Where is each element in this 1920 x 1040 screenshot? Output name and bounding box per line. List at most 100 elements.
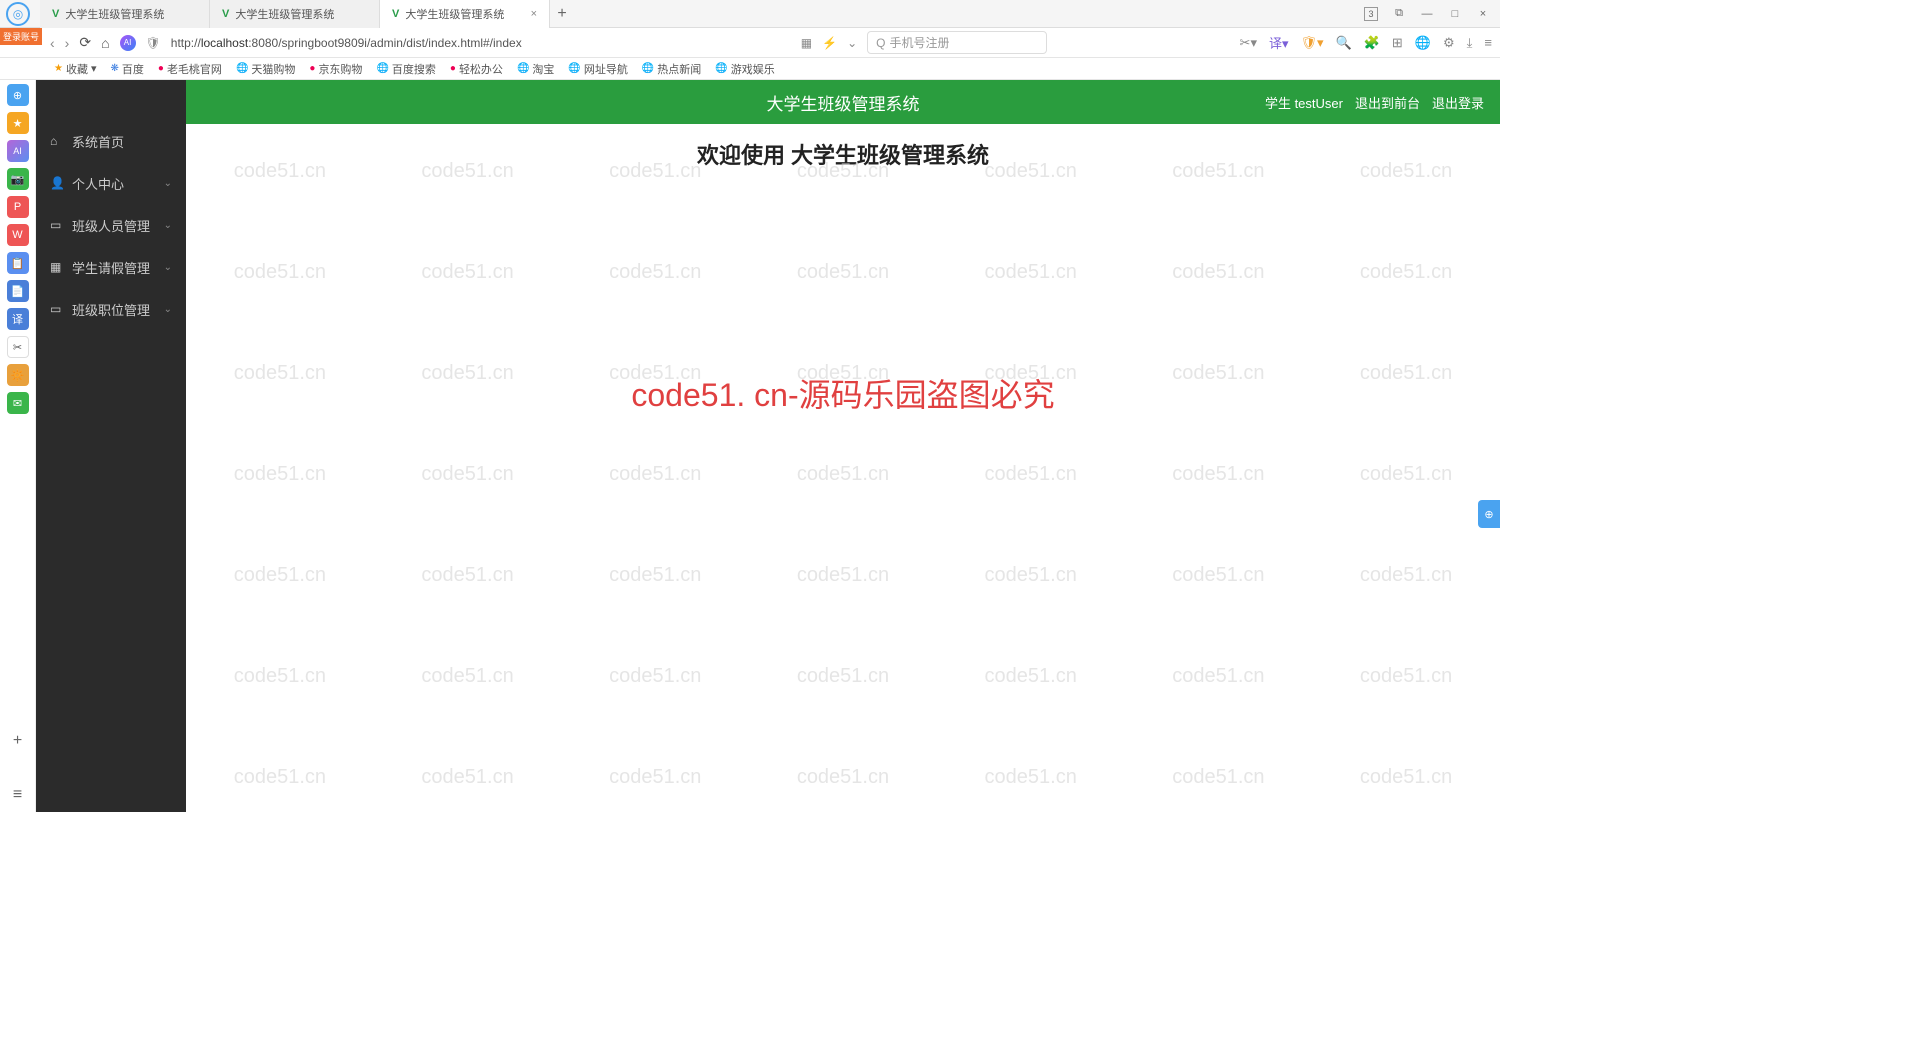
app-title: 大学生班级管理系统 xyxy=(767,90,920,115)
watermark-text: code51.cn xyxy=(797,665,889,688)
sidebar-item-home[interactable]: ⌂ 系统首页 xyxy=(36,120,186,162)
sidebar-item-class-members[interactable]: ▭ 班级人员管理 ⌄ xyxy=(36,204,186,246)
watermark-text: code51.cn xyxy=(797,564,889,587)
site-icon: ● xyxy=(158,63,164,74)
zoom-icon[interactable]: 🔍 xyxy=(1336,35,1352,51)
globe-icon: 🌐 xyxy=(568,63,580,74)
star-icon: ★ xyxy=(54,63,63,74)
download-icon[interactable]: ⤓ xyxy=(1467,35,1473,51)
rail-icon[interactable]: ✉ xyxy=(7,392,29,414)
bookmark-label: 网址导航 xyxy=(584,61,628,77)
rail-icon[interactable]: 📷 xyxy=(7,168,29,190)
rail-icon[interactable]: W xyxy=(7,224,29,246)
close-icon[interactable]: × xyxy=(531,8,537,20)
dropdown-icon[interactable]: ⌄ xyxy=(847,36,857,50)
chevron-down-icon: ⌄ xyxy=(164,220,172,231)
bookmark-item[interactable]: 🌐淘宝 xyxy=(517,61,554,77)
watermark-center: code51. cn-源码乐园盗图必究 xyxy=(186,370,1500,416)
rail-icon[interactable]: 译 xyxy=(7,308,29,330)
app-main: 大学生班级管理系统 学生 testUser 退出到前台 退出登录 欢迎使用 大学… xyxy=(186,80,1500,812)
rail-icon[interactable]: ✂ xyxy=(7,336,29,358)
speed-icon[interactable]: ⚡ xyxy=(822,36,837,50)
sidebar-item-positions[interactable]: ▭ 班级职位管理 ⌄ xyxy=(36,288,186,330)
content-wrap: ⌂ 系统首页 👤 个人中心 ⌄ ▭ 班级人员管理 ⌄ ▦ 学生请假管理 ⌄ ▭ … xyxy=(36,80,1500,812)
rail-icon[interactable]: 🔆 xyxy=(7,364,29,386)
ai-icon[interactable]: AI xyxy=(120,35,136,51)
sidebar-item-profile[interactable]: 👤 个人中心 ⌄ xyxy=(36,162,186,204)
bookmark-item[interactable]: 🌐热点新闻 xyxy=(642,61,701,77)
rail-icon[interactable]: 📋 xyxy=(7,252,29,274)
settings-icon[interactable]: ⚙ xyxy=(1443,35,1455,51)
watermark-text: code51.cn xyxy=(1360,463,1452,486)
security-icon[interactable]: 🛡▾ xyxy=(1301,35,1324,51)
search-input[interactable]: Q 手机号注册 xyxy=(867,31,1047,54)
vue-icon: V xyxy=(52,8,59,20)
logout-link[interactable]: 退出登录 xyxy=(1432,93,1484,112)
rail-icon[interactable]: ⊕ xyxy=(7,84,29,106)
reload-icon[interactable]: ⟳ xyxy=(79,34,91,51)
close-window-icon[interactable]: × xyxy=(1476,7,1490,21)
bookmark-fav[interactable]: ★收藏 ▾ xyxy=(54,61,97,77)
watermark-text: code51.cn xyxy=(1172,463,1264,486)
header-user-actions: 学生 testUser 退出到前台 退出登录 xyxy=(1265,93,1484,112)
tab-overview-icon[interactable]: ⧉ xyxy=(1392,7,1406,21)
main-area: ⊕ ★ AI 📷 P W 📋 📄 译 ✂ 🔆 ✉ + ≡ ⌂ 系统首页 👤 个人… xyxy=(0,80,1500,812)
bookmark-item[interactable]: 🌐 网址导航 xyxy=(568,61,627,77)
tab-title: 大学生班级管理系统 xyxy=(405,6,504,22)
bookmark-label: 热点新闻 xyxy=(657,61,701,77)
browser-tab[interactable]: V 大学生班级管理系统 xyxy=(210,0,380,28)
login-badge[interactable]: 登录账号 xyxy=(0,28,42,45)
menu-icon[interactable]: ≡ xyxy=(1484,35,1492,50)
browser-logo-icon: ◎ xyxy=(6,2,30,26)
home-icon[interactable]: ⌂ xyxy=(101,35,109,51)
toolbar-icons: ✂▾ 译▾ 🛡▾ 🔍 🧩 ⊞ 🌐 ⚙ ⤓ ≡ xyxy=(1240,33,1492,52)
qr-icon[interactable]: ▦ xyxy=(801,36,812,50)
home-icon: ⌂ xyxy=(50,134,64,148)
watermark-text: code51.cn xyxy=(609,564,701,587)
forward-icon[interactable]: › xyxy=(65,35,70,51)
address-bar: ‹ › ⟳ ⌂ AI 🛡 http://localhost:8080/sprin… xyxy=(0,28,1500,58)
tab-count[interactable]: 3 xyxy=(1364,7,1378,21)
sidebar-item-leave[interactable]: ▦ 学生请假管理 ⌄ xyxy=(36,246,186,288)
bookmark-item[interactable]: ❋百度 xyxy=(111,61,144,77)
watermark-text: code51.cn xyxy=(234,564,326,587)
rail-menu-icon[interactable]: ≡ xyxy=(13,786,22,804)
browser-tab-active[interactable]: V 大学生班级管理系统 × xyxy=(380,0,550,28)
floating-side-button[interactable]: ⊕ xyxy=(1478,500,1500,528)
watermark-text: code51.cn xyxy=(985,362,1077,385)
rail-icon[interactable]: P xyxy=(7,196,29,218)
watermark-text: code51.cn xyxy=(985,665,1077,688)
bookmark-item[interactable]: ●老毛桃官网 xyxy=(158,61,222,77)
bookmark-label: 收藏 xyxy=(66,61,88,77)
goto-front-link[interactable]: 退出到前台 xyxy=(1355,93,1420,112)
rail-icon[interactable]: 📄 xyxy=(7,280,29,302)
bookmark-item[interactable]: ●京东购物 xyxy=(309,61,362,77)
extension-icon[interactable]: 🧩 xyxy=(1364,35,1380,51)
scissors-icon[interactable]: ✂▾ xyxy=(1240,35,1257,51)
watermark-text: code51.cn xyxy=(797,261,889,284)
back-icon[interactable]: ‹ xyxy=(50,35,55,51)
globe-icon: 🌐 xyxy=(715,63,727,74)
translate-icon[interactable]: 译▾ xyxy=(1269,33,1289,52)
bookmark-item[interactable]: ●轻松办公 xyxy=(450,61,503,77)
watermark-text: code51.cn xyxy=(234,261,326,284)
minimize-icon[interactable]: — xyxy=(1420,7,1434,21)
watermark-text: code51.cn xyxy=(421,463,513,486)
url-scheme: http:// xyxy=(171,36,201,50)
url-input[interactable]: http://localhost:8080/springboot9809i/ad… xyxy=(171,36,791,50)
rail-icon[interactable]: ★ xyxy=(7,112,29,134)
bookmark-item[interactable]: 🌐百度搜索 xyxy=(376,61,435,77)
sidebar-label: 系统首页 xyxy=(72,132,124,151)
browser-tab[interactable]: V 大学生班级管理系统 xyxy=(40,0,210,28)
rail-icon[interactable]: AI xyxy=(7,140,29,162)
shield-icon[interactable]: 🛡 xyxy=(146,36,161,50)
apps-icon[interactable]: ⊞ xyxy=(1392,35,1403,51)
rail-add-button[interactable]: + xyxy=(13,732,22,750)
vue-icon: V xyxy=(222,8,229,20)
globe-icon[interactable]: 🌐 xyxy=(1415,35,1431,51)
new-tab-button[interactable]: + xyxy=(550,5,574,23)
window-controls: 3 ⧉ — □ × xyxy=(1364,7,1500,21)
bookmark-item[interactable]: 🌐游戏娱乐 xyxy=(715,61,774,77)
bookmark-item[interactable]: 🌐天猫购物 xyxy=(236,61,295,77)
maximize-icon[interactable]: □ xyxy=(1448,7,1462,21)
